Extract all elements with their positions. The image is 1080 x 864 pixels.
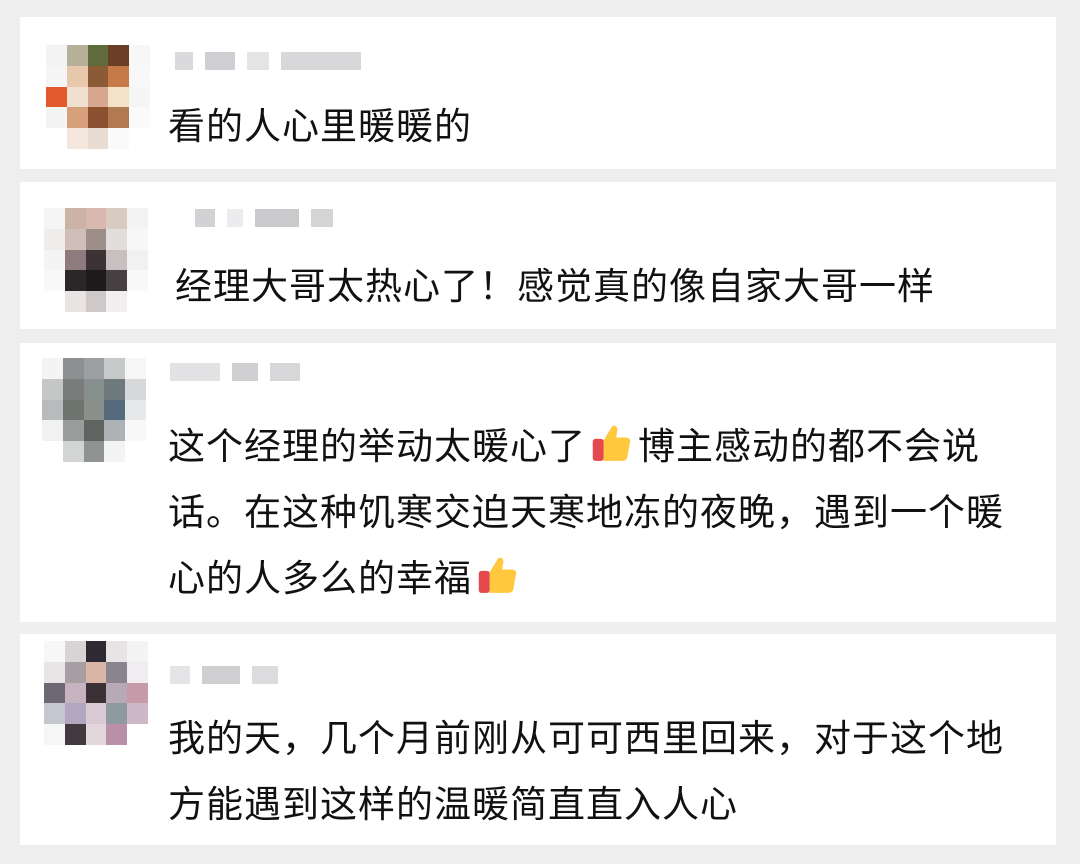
username-blurred[interactable] xyxy=(195,207,333,229)
thumbs-up-icon xyxy=(478,557,517,593)
comment-text: 我的天，几个月前刚从可可西里回来，对于这个地方能遇到这样的温暖简直直入人心 xyxy=(168,717,1004,826)
comment-text: 看的人心里暖暖的 xyxy=(168,105,472,148)
comment-text: 经理大哥太热心了！感觉真的像自家大哥一样 xyxy=(175,265,935,308)
avatar[interactable] xyxy=(44,208,148,312)
avatar[interactable] xyxy=(42,358,146,462)
comment-card: 这个经理的举动太暖心了 博主感动的都不会说话。在这种饥寒交迫天寒地冻的夜晚，遇到一… xyxy=(20,343,1056,622)
username-blurred[interactable] xyxy=(170,664,278,686)
avatar[interactable] xyxy=(44,641,148,745)
comment-card: 我的天，几个月前刚从可可西里回来，对于这个地方能遇到这样的温暖简直直入人心 xyxy=(20,634,1056,845)
avatar[interactable] xyxy=(46,45,150,149)
username-blurred[interactable] xyxy=(175,50,361,72)
comment-card: 看的人心里暖暖的 xyxy=(20,17,1056,169)
username-blurred[interactable] xyxy=(170,361,300,383)
thumbs-up-icon xyxy=(592,425,631,461)
comment-card: 经理大哥太热心了！感觉真的像自家大哥一样 xyxy=(20,182,1056,329)
comment-text-part1: 这个经理的举动太暖心了 xyxy=(168,425,586,468)
comment-text: 这个经理的举动太暖心了 博主感动的都不会说话。在这种饥寒交迫天寒地冻的夜晚，遇到一… xyxy=(168,414,1020,612)
